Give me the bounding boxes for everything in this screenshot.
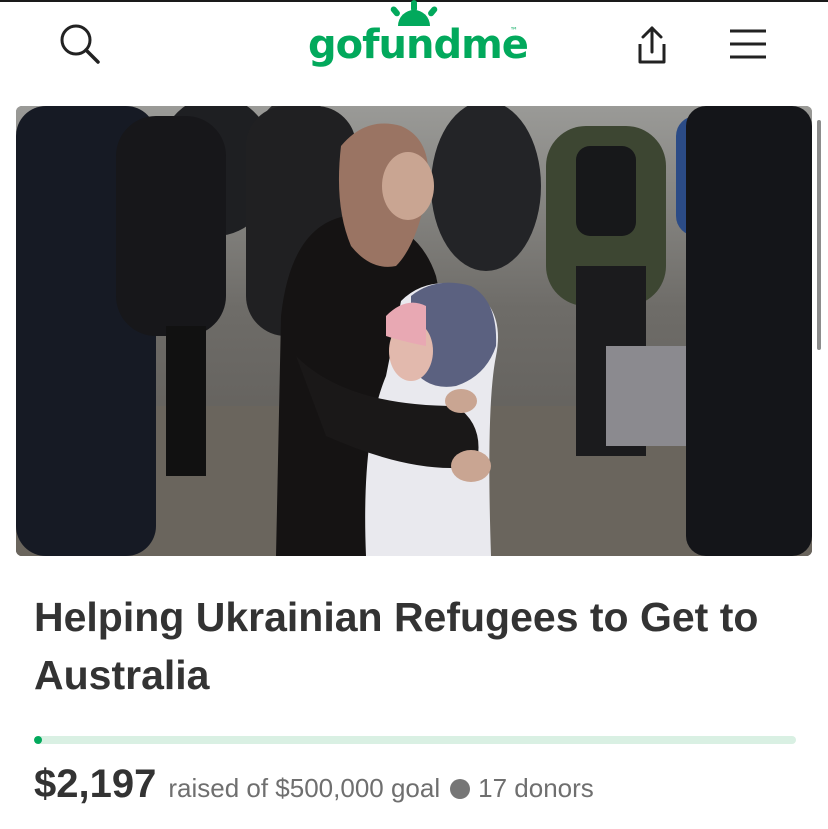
hamburger-menu-icon — [730, 29, 766, 59]
fundraising-progress-bar — [34, 736, 796, 744]
campaign-title: Helping Ukrainian Refugees to Get to Aus… — [34, 594, 759, 698]
share-button[interactable] — [624, 16, 680, 72]
campaign-hero-image[interactable] — [16, 106, 812, 556]
hero-photo-illustration — [16, 106, 812, 556]
gofundme-logo[interactable]: gofundme ™ — [300, 0, 530, 74]
page-scrollbar[interactable] — [817, 120, 821, 350]
share-icon — [638, 26, 666, 64]
menu-button[interactable] — [720, 16, 776, 72]
goal-text: raised of $500,000 goal — [168, 773, 441, 803]
separator-dot — [450, 779, 471, 799]
donor-count[interactable]: 17 donors — [478, 773, 594, 804]
search-icon — [60, 24, 100, 64]
progress-bar-fill — [34, 736, 42, 744]
brand-wordmark: gofundme — [308, 22, 529, 68]
amount-raised: $2,197 — [34, 762, 157, 806]
search-button[interactable] — [52, 18, 108, 70]
site-header: gofundme ™ — [0, 0, 828, 102]
trademark-mark: ™ — [510, 26, 518, 35]
fundraising-stats: $2,197 raised of $500,000 goal 17 donors — [34, 762, 594, 814]
